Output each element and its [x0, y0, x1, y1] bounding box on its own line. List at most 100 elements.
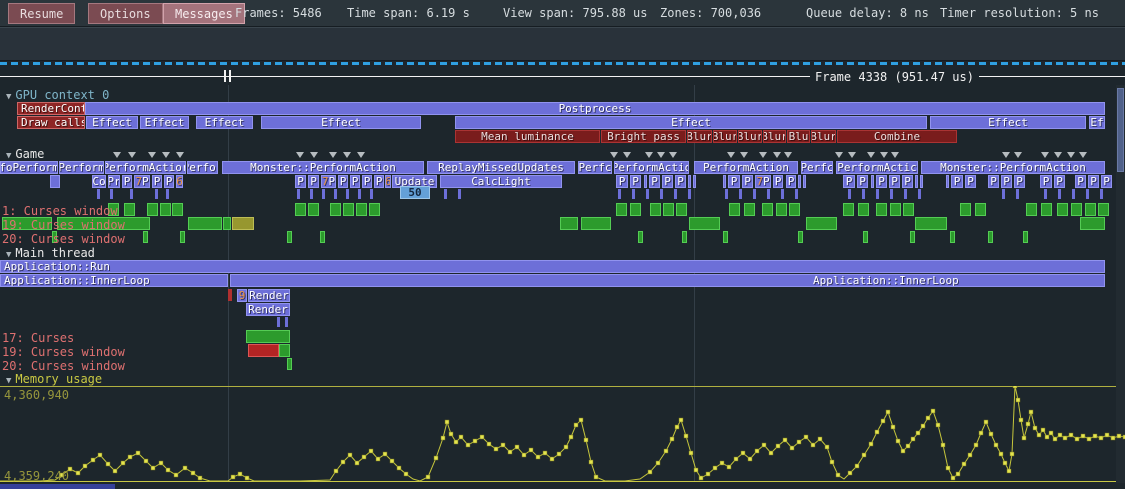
message-marker-icon[interactable] — [891, 152, 899, 158]
lock-zone-tick[interactable] — [287, 358, 292, 370]
message-marker-icon[interactable] — [848, 152, 856, 158]
zone-bar[interactable]: P — [988, 175, 999, 188]
lock-zone[interactable] — [124, 203, 135, 216]
lock-zone[interactable] — [858, 203, 869, 216]
lock-zone[interactable] — [689, 217, 720, 230]
zone-bar[interactable]: P — [876, 175, 887, 188]
zone-bar[interactable]: Monster::PerformAction — [921, 161, 1105, 174]
lock-zone[interactable] — [903, 203, 914, 216]
message-marker-icon[interactable] — [343, 152, 351, 158]
zone-bar[interactable]: P — [902, 175, 913, 188]
zone-bar[interactable]: P — [889, 175, 900, 188]
message-marker-icon[interactable] — [176, 152, 184, 158]
zone-bar[interactable] — [723, 175, 726, 188]
zone-bar[interactable] — [798, 175, 801, 188]
zone-bar[interactable]: Combine — [837, 130, 957, 143]
section-header-main-thread[interactable]: ▼Main thread — [6, 246, 95, 260]
zone-tick[interactable] — [1002, 189, 1005, 199]
zone-bar[interactable]: Perform — [59, 161, 104, 174]
zone-bar[interactable]: PerformActio — [614, 161, 689, 174]
zone-bar[interactable]: P — [362, 175, 372, 188]
zone-bar[interactable]: Ef — [1089, 116, 1105, 129]
options-button[interactable]: Options — [88, 3, 163, 24]
zone-bar[interactable]: P — [773, 175, 783, 188]
lock-zone[interactable] — [279, 344, 290, 357]
lock-zone[interactable] — [789, 203, 800, 216]
zone-bar[interactable] — [644, 175, 647, 188]
zone-bar[interactable]: Effect — [930, 116, 1086, 129]
lock-zone-tick[interactable] — [910, 231, 915, 243]
message-marker-icon[interactable] — [657, 152, 665, 158]
zone-tick[interactable] — [444, 189, 447, 199]
zone-bar[interactable]: P — [1054, 175, 1065, 188]
zone-bar[interactable]: Effect — [455, 116, 927, 129]
lock-zone-tick[interactable] — [950, 231, 955, 243]
zone-tick[interactable] — [674, 189, 677, 199]
zone-bar[interactable]: P — [786, 175, 796, 188]
zone-tick[interactable] — [310, 189, 313, 199]
thread-label[interactable]: 20: Curses window — [2, 232, 125, 246]
zone-bar[interactable]: Effect — [196, 116, 253, 129]
zone-bar[interactable]: Perfc — [801, 161, 833, 174]
zone-tick[interactable] — [688, 189, 691, 199]
lock-zone[interactable] — [1080, 217, 1105, 230]
message-marker-icon[interactable] — [1079, 152, 1087, 158]
zone-bar[interactable] — [915, 175, 918, 188]
zone-bar[interactable]: P — [649, 175, 660, 188]
zone-bar[interactable]: Blur — [738, 130, 762, 143]
message-marker-icon[interactable] — [669, 152, 677, 158]
lock-zone[interactable] — [876, 203, 887, 216]
lock-zone-tick[interactable] — [723, 231, 728, 243]
zone-bar[interactable]: 6 — [176, 175, 183, 188]
zone-tick[interactable] — [725, 189, 728, 199]
lock-zone[interactable] — [581, 217, 611, 230]
message-marker-icon[interactable] — [1054, 152, 1062, 158]
lock-zone[interactable] — [776, 203, 787, 216]
zone-bar[interactable]: CalcLight — [440, 175, 562, 188]
lock-zone[interactable] — [188, 217, 222, 230]
message-marker-icon[interactable] — [759, 152, 767, 158]
zone-bar[interactable]: P — [742, 175, 753, 188]
zone-tick[interactable] — [781, 189, 784, 199]
lock-zone[interactable] — [369, 203, 380, 216]
zone-bar[interactable]: P — [152, 175, 162, 188]
resume-button[interactable]: Resume — [8, 3, 75, 24]
thread-label[interactable]: 17: Curses — [2, 331, 74, 345]
zone-application-innerloop[interactable]: Application::InnerLoop — [230, 274, 1105, 287]
lock-zone[interactable] — [676, 203, 687, 216]
lock-zone[interactable] — [172, 203, 183, 216]
message-marker-icon[interactable] — [880, 152, 888, 158]
lock-zone-tick[interactable] — [638, 231, 643, 243]
zone-tick[interactable] — [918, 189, 921, 199]
zone-tick[interactable] — [155, 189, 158, 199]
zone-tick[interactable] — [1072, 189, 1075, 199]
zone-bar[interactable]: Blur — [811, 130, 836, 143]
zone-tick[interactable] — [334, 189, 337, 199]
horizontal-scrollbar-thumb[interactable] — [0, 484, 115, 489]
lock-zone[interactable] — [560, 217, 578, 230]
zone-bar[interactable] — [688, 175, 691, 188]
message-marker-icon[interactable] — [1014, 152, 1022, 158]
zone-bar[interactable]: P — [843, 175, 855, 188]
zone-tick[interactable] — [1016, 189, 1019, 199]
lock-zone[interactable] — [762, 203, 773, 216]
zone-bar[interactable]: P — [951, 175, 963, 188]
zone-bar[interactable]: 6 — [385, 175, 391, 188]
zone-bar[interactable]: 7P — [755, 175, 771, 188]
zone-bar[interactable]: P — [374, 175, 384, 188]
message-marker-icon[interactable] — [645, 152, 653, 158]
lock-zone-tick[interactable] — [180, 231, 185, 243]
message-marker-icon[interactable] — [1002, 152, 1010, 158]
lock-zone[interactable] — [356, 203, 367, 216]
lock-zone-tick[interactable] — [320, 231, 325, 243]
zone-tick[interactable] — [322, 189, 325, 199]
zone-bar[interactable]: P — [616, 175, 628, 188]
zone-bar[interactable]: P — [965, 175, 976, 188]
lock-zone[interactable] — [295, 203, 306, 216]
lock-zone[interactable] — [1098, 203, 1109, 216]
message-marker-icon[interactable] — [310, 152, 318, 158]
zone-tick[interactable] — [753, 189, 756, 199]
zone-tick[interactable] — [767, 189, 770, 199]
zone-tick[interactable] — [632, 189, 635, 199]
zone-tick[interactable] — [795, 189, 798, 199]
